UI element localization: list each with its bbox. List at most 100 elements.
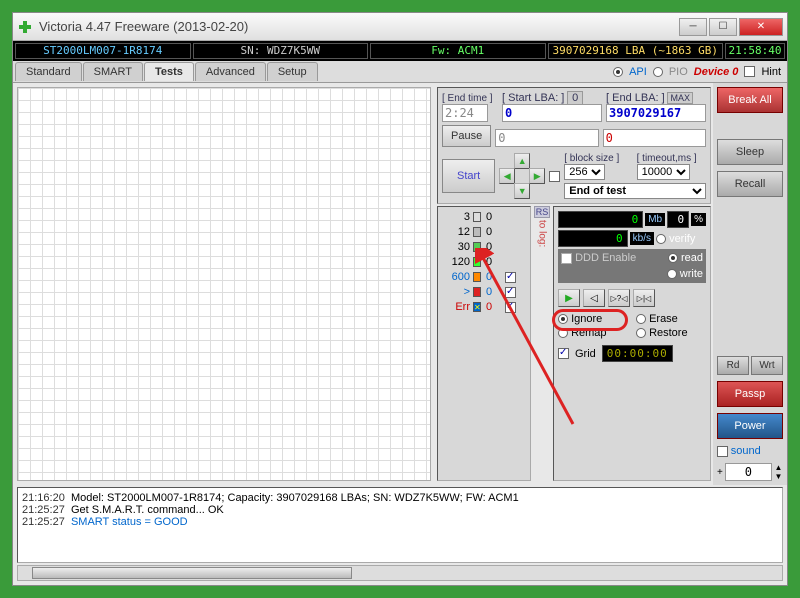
hist-600: 600	[442, 271, 470, 283]
endlba-field[interactable]: 3907029167	[606, 104, 706, 122]
api-radio[interactable]	[613, 67, 623, 77]
blocksize-select[interactable]: 256	[564, 164, 605, 180]
kbs-label: kb/s	[630, 232, 654, 245]
num-field[interactable]: 0	[725, 463, 772, 481]
wrt-button[interactable]: Wrt	[751, 356, 783, 375]
endlba-label: [ End LBA: ]	[606, 92, 665, 104]
scan-grid	[17, 87, 431, 481]
api-label: API	[629, 66, 647, 78]
sound-label: sound	[731, 445, 761, 457]
close-button[interactable]: ✕	[739, 18, 783, 36]
ddd-check[interactable]	[561, 253, 572, 264]
power-button[interactable]: Power	[717, 413, 783, 439]
endtime-field[interactable]: 2:24	[442, 104, 488, 122]
field-zero2[interactable]: 0	[495, 129, 598, 147]
grid-check[interactable]	[558, 348, 569, 359]
start-button[interactable]: Start	[442, 159, 495, 193]
minimize-button[interactable]: ─	[679, 18, 707, 36]
ddd-label: DDD Enable	[575, 252, 636, 264]
endtime-label: [ End time ]	[442, 93, 498, 104]
verify-label: verify	[669, 233, 695, 245]
pio-label: PIO	[669, 66, 688, 78]
info-fw: Fw: ACM1	[370, 43, 546, 59]
sleep-button[interactable]: Sleep	[717, 139, 783, 165]
play-button[interactable]: ▶	[558, 289, 580, 307]
startlba-count[interactable]: 0	[567, 91, 583, 105]
recall-button[interactable]: Recall	[717, 171, 783, 197]
field-zero3[interactable]: 0	[603, 129, 706, 147]
tab-smart[interactable]: SMART	[83, 62, 143, 81]
tolog-label: to log:	[537, 220, 548, 247]
dir-right[interactable]: ▶	[529, 168, 545, 184]
skip-button[interactable]: ▷|◁	[633, 289, 655, 307]
write-radio[interactable]	[667, 269, 677, 279]
hist-12: 12	[442, 226, 470, 238]
break-button[interactable]: Break All	[717, 87, 783, 113]
blocksize-label: [ block size ]	[564, 153, 633, 164]
passp-button[interactable]: Passp	[717, 381, 783, 407]
tab-advanced[interactable]: Advanced	[195, 62, 266, 81]
pause-button[interactable]: Pause	[442, 125, 491, 147]
log-area: 21:16:20 Model: ST2000LM007-1R8174; Capa…	[17, 487, 783, 563]
mb-value: 0	[558, 211, 643, 228]
read-label: read	[681, 252, 703, 264]
endtest-select[interactable]: End of test	[564, 183, 706, 199]
rd-button[interactable]: Rd	[717, 356, 749, 375]
maximize-button[interactable]: ☐	[709, 18, 737, 36]
tab-tests[interactable]: Tests	[144, 62, 194, 81]
h-scrollbar[interactable]	[17, 565, 783, 581]
pct-label: %	[691, 213, 706, 226]
rs-button[interactable]: RS	[534, 206, 551, 218]
dir-left[interactable]: ◀	[499, 168, 515, 184]
tab-setup[interactable]: Setup	[267, 62, 318, 81]
timeout-label: [ timeout,ms ]	[637, 153, 706, 164]
erase-radio[interactable]	[636, 314, 646, 324]
info-time: 21:58:40	[725, 43, 785, 59]
sound-check[interactable]	[717, 446, 728, 457]
read-radio[interactable]	[668, 253, 678, 263]
pio-radio[interactable]	[653, 67, 663, 77]
mb-label: Mb	[645, 213, 665, 226]
chk-600[interactable]	[505, 272, 516, 283]
seek-button[interactable]: ▷?◁	[608, 289, 630, 307]
timer-display: 00:00:00	[602, 345, 673, 362]
verify-radio[interactable]	[656, 234, 666, 244]
max-button[interactable]: MAX	[667, 92, 693, 104]
chk-gt[interactable]	[505, 287, 516, 298]
dir-check[interactable]	[549, 171, 560, 182]
hist-30: 30	[442, 241, 470, 253]
erase-label: Erase	[649, 313, 678, 325]
titlebar: Victoria 4.47 Freeware (2013-02-20) ─ ☐ …	[13, 13, 787, 41]
kbs-value: 0	[558, 230, 628, 247]
dir-up[interactable]: ▲	[514, 153, 530, 169]
restore-label: Restore	[649, 327, 688, 339]
info-bar: ST2000LM007-1R8174 SN: WDZ7K5WW Fw: ACM1…	[13, 41, 787, 61]
hist-3: 3	[442, 211, 470, 223]
histogram: 30 120 300 1200 6000 >0 Err✕0	[442, 211, 526, 313]
tab-standard[interactable]: Standard	[15, 62, 82, 81]
grid-label: Grid	[575, 348, 596, 360]
startlba-field[interactable]: 0	[502, 104, 602, 122]
window-title: Victoria 4.47 Freeware (2013-02-20)	[39, 19, 679, 34]
rev-button[interactable]: ◁	[583, 289, 605, 307]
timeout-select[interactable]: 10000	[637, 164, 690, 180]
startlba-label: [ Start LBA: ]	[502, 92, 564, 104]
dir-down[interactable]: ▼	[514, 183, 530, 199]
direction-pad: ▲ ◀ ▶ ▼	[499, 153, 545, 199]
hist-gt: >	[442, 286, 470, 298]
pct-value: 0	[667, 211, 689, 228]
hist-120: 120	[442, 256, 470, 268]
write-label: write	[680, 268, 703, 280]
info-model: ST2000LM007-1R8174	[15, 43, 191, 59]
info-sn: SN: WDZ7K5WW	[193, 43, 369, 59]
info-lba: 3907029168 LBA (~1863 GB)	[548, 43, 724, 59]
restore-radio[interactable]	[636, 328, 646, 338]
hint-check[interactable]	[744, 66, 755, 77]
tab-bar: Standard SMART Tests Advanced Setup API …	[13, 61, 787, 83]
hint-label: Hint	[761, 66, 781, 78]
device-label: Device 0	[694, 66, 739, 78]
hist-err: Err	[442, 301, 470, 313]
app-icon	[17, 19, 33, 35]
annotation-circle	[552, 309, 628, 331]
chk-err[interactable]	[505, 302, 516, 313]
